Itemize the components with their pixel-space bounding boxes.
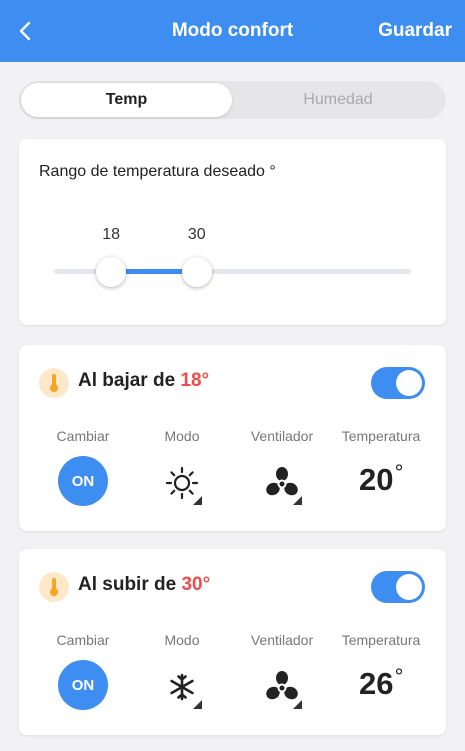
col-label-fan: Ventilador [250, 632, 314, 648]
thermometer-icon [39, 572, 69, 602]
target-temperature-value: 20 [359, 462, 394, 497]
fan-selector[interactable] [260, 665, 304, 709]
snowflake-icon [170, 673, 194, 701]
rule-title-prefix: Al bajar de [78, 370, 181, 391]
rule-title: Al subir de 30° [78, 574, 210, 596]
power-switch-button[interactable]: ON [58, 456, 108, 506]
range-slider-low-thumb[interactable] [96, 257, 127, 287]
fan-icon [266, 671, 298, 700]
target-temperature[interactable]: 26 ° [359, 664, 403, 702]
sun-icon [165, 466, 199, 500]
segmented-control: Temp Humedad [19, 81, 446, 119]
col-label-fan: Ventilador [250, 428, 314, 444]
tab-temp[interactable]: Temp [21, 83, 232, 117]
range-slider-high-thumb[interactable] [181, 257, 212, 287]
fan-icon [266, 467, 298, 496]
col-label-switch: Cambiar [56, 428, 110, 444]
fan-selector[interactable] [260, 461, 304, 505]
range-high-value: 30 [187, 226, 206, 243]
temperature-range-card: Rango de temperatura deseado ° 18 30 [19, 139, 446, 325]
rule-threshold: 18° [180, 370, 210, 391]
rule-title-prefix: Al subir de [78, 574, 182, 595]
dropdown-corner-icon [293, 700, 302, 709]
dropdown-corner-icon [193, 700, 202, 709]
toggle-knob [396, 574, 422, 600]
toggle-knob [396, 370, 422, 396]
power-switch-button[interactable]: ON [58, 660, 108, 710]
range-low-value: 18 [102, 226, 121, 243]
rule-enable-toggle[interactable] [371, 367, 425, 399]
col-label-mode: Modo [164, 632, 200, 648]
degree-symbol: ° [394, 664, 404, 689]
range-title: Rango de temperatura deseado ° [39, 163, 276, 180]
target-temperature[interactable]: 20 ° [359, 460, 403, 498]
col-label-mode: Modo [164, 428, 200, 444]
target-temperature-value: 26 [359, 666, 394, 701]
mode-selector[interactable] [160, 461, 204, 505]
rule-threshold: 30° [181, 574, 211, 595]
col-label-temp: Temperatura [341, 428, 421, 444]
tab-humedad[interactable]: Humedad [232, 83, 444, 117]
col-label-switch: Cambiar [56, 632, 110, 648]
app-header: Modo confort Guardar [0, 0, 465, 62]
save-button[interactable]: Guardar [378, 0, 452, 62]
col-label-temp: Temperatura [341, 632, 421, 648]
dropdown-corner-icon [293, 496, 302, 505]
rule-card-low: Al bajar de 18° Cambiar Modo Ventilador … [19, 345, 446, 531]
dropdown-corner-icon [193, 496, 202, 505]
degree-symbol: ° [394, 460, 404, 485]
rule-enable-toggle[interactable] [371, 571, 425, 603]
rule-title: Al bajar de 18° [78, 370, 209, 392]
thermometer-icon [39, 368, 69, 398]
mode-selector[interactable] [160, 665, 204, 709]
rule-card-high: Al subir de 30° Cambiar Modo Ventilador … [19, 549, 446, 735]
